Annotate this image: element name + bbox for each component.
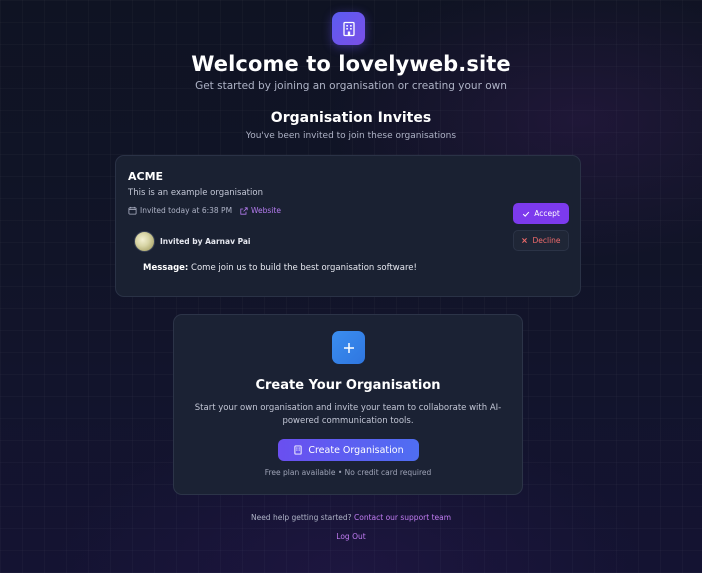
create-organisation-card: Create Your Organisation Start your own … <box>173 314 523 495</box>
org-name: ACME <box>128 170 164 183</box>
avatar <box>134 231 155 252</box>
create-title: Create Your Organisation <box>255 378 441 393</box>
invited-time: Invited today at 6:38 PM <box>140 206 233 215</box>
decline-button[interactable]: Decline <box>513 230 569 251</box>
create-description: Start your own organisation and invite y… <box>194 403 502 426</box>
accept-button[interactable]: Accept <box>513 203 569 224</box>
page-title: Welcome to lovelyweb.site <box>191 52 511 76</box>
building-icon <box>342 21 355 36</box>
check-icon <box>523 211 530 217</box>
external-link-icon <box>240 206 248 215</box>
message-text: Come join us to build the best organisat… <box>191 263 417 273</box>
support-link[interactable]: Contact our support team <box>354 513 451 522</box>
invite-message: Message: Come join us to build the best … <box>143 263 417 273</box>
invite-meta: Invited today at 6:38 PM Website <box>128 206 281 215</box>
invites-heading: Organisation Invites <box>270 110 432 126</box>
close-icon <box>522 238 528 243</box>
help-text: Need help getting started? Contact our s… <box>0 513 702 522</box>
page-subtitle: Get started by joining an organisation o… <box>195 80 507 92</box>
logout: Log Out <box>0 532 702 541</box>
website-link[interactable]: Website <box>240 206 281 215</box>
create-button-label: Create Organisation <box>308 444 404 456</box>
invite-card: ACME This is an example organisation Inv… <box>115 155 581 297</box>
accept-label: Accept <box>534 209 560 218</box>
decline-label: Decline <box>532 236 561 245</box>
org-description: This is an example organisation <box>128 188 263 198</box>
plus-icon <box>332 331 365 364</box>
logout-link[interactable]: Log Out <box>336 532 365 541</box>
help-prompt: Need help getting started? <box>250 513 352 522</box>
invites-subheading: You've been invited to join these organi… <box>245 131 457 141</box>
app-logo <box>332 12 365 45</box>
free-plan-note: Free plan available • No credit card req… <box>264 468 432 477</box>
create-organisation-button[interactable]: Create Organisation <box>278 439 419 461</box>
invited-by: Invited by Aarnav Pai <box>160 237 251 246</box>
building-icon <box>294 445 302 455</box>
message-label: Message: <box>143 263 189 273</box>
calendar-icon <box>128 206 137 215</box>
website-label: Website <box>251 206 281 215</box>
